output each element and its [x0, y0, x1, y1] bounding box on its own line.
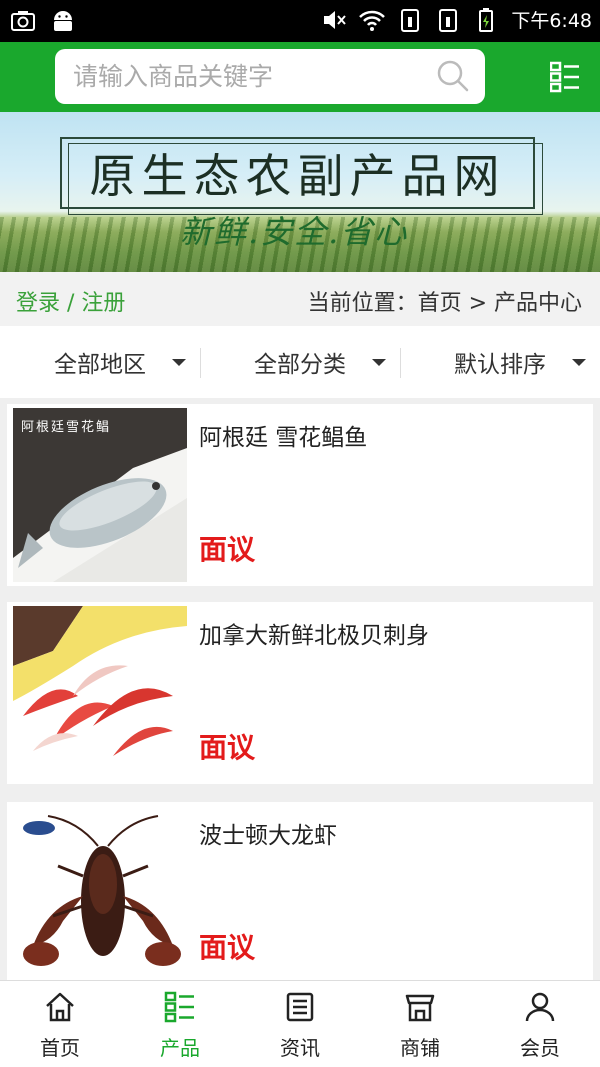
banner[interactable]: 原生态农副产品网 新鲜.安全.省心 — [0, 112, 600, 272]
caret-down-icon — [572, 359, 586, 366]
status-bar: 下午6:48 — [0, 0, 600, 42]
breadcrumb: 当前位置：首页 > 产品中心 — [307, 291, 582, 316]
wifi-icon — [359, 10, 386, 31]
mute-icon — [324, 10, 347, 29]
product-card[interactable]: 阿根廷雪花鲳 阿根廷 雪花鲳鱼 面议 — [7, 404, 593, 586]
sim2-icon — [439, 8, 458, 32]
bottom-nav: 首页 产品 资讯 商铺 会员 — [0, 980, 600, 1067]
caret-down-icon — [372, 359, 386, 366]
shop-icon — [405, 994, 435, 1022]
category-menu-icon[interactable] — [550, 61, 580, 93]
product-name[interactable]: 加拿大新鲜北极贝刺身 — [199, 616, 429, 650]
nav-item-shops[interactable]: 商铺 — [360, 981, 480, 1067]
nav-label: 产品 — [160, 1036, 200, 1060]
product-price: 面议 — [199, 533, 256, 566]
login-register-link[interactable]: 登录 / 注册 — [16, 285, 125, 317]
search-box[interactable] — [55, 49, 485, 104]
user-icon — [525, 992, 555, 1022]
nav-item-products[interactable]: 产品 — [120, 981, 240, 1067]
filter-sort-label: 默认排序 — [454, 352, 546, 378]
product-name[interactable]: 波士顿大龙虾 — [199, 816, 337, 850]
product-price: 面议 — [199, 931, 256, 964]
filter-category[interactable]: 全部分类 — [200, 326, 400, 398]
product-image-lobster[interactable] — [13, 806, 187, 980]
product-image-caption: 阿根廷雪花鲳 — [21, 420, 112, 435]
product-price: 面议 — [199, 731, 256, 764]
camera-icon — [11, 11, 35, 31]
home-icon — [46, 992, 74, 1022]
sim1-icon — [401, 8, 420, 32]
banner-title: 原生态农副产品网 — [89, 149, 506, 203]
nav-item-home[interactable]: 首页 — [0, 981, 120, 1067]
product-name[interactable]: 阿根廷 雪花鲳鱼 — [199, 418, 367, 452]
brand-logo-icon — [23, 821, 55, 835]
nav-item-member[interactable]: 会员 — [480, 981, 600, 1067]
nav-label: 资讯 — [280, 1036, 320, 1060]
nav-label: 商铺 — [400, 1036, 440, 1060]
filter-region[interactable]: 全部地区 — [0, 326, 200, 398]
product-card[interactable]: 加拿大新鲜北极贝刺身 面议 — [7, 602, 593, 784]
status-time: 下午6:48 — [511, 10, 592, 32]
banner-slogan: 新鲜.安全.省心 — [180, 213, 409, 251]
top-bar — [0, 42, 600, 112]
filter-region-label: 全部地区 — [54, 352, 146, 378]
nav-item-news[interactable]: 资讯 — [240, 981, 360, 1067]
news-icon — [286, 992, 314, 1022]
battery-icon — [479, 7, 494, 32]
location-bar: 登录 / 注册 当前位置：首页 > 产品中心 — [0, 272, 600, 326]
search-input[interactable] — [73, 49, 423, 104]
android-icon — [54, 11, 72, 31]
product-image-pomfret[interactable]: 阿根廷雪花鲳 — [13, 408, 187, 582]
product-image-surf-clam[interactable] — [13, 606, 187, 780]
caret-down-icon — [172, 359, 186, 366]
nav-label: 会员 — [520, 1036, 560, 1060]
filter-bar: 全部地区 全部分类 默认排序 — [0, 326, 600, 398]
product-card[interactable]: 波士顿大龙虾 面议 — [7, 802, 593, 984]
nav-label: 首页 — [40, 1036, 80, 1060]
search-icon[interactable] — [436, 59, 470, 93]
list-icon — [164, 991, 194, 1023]
filter-category-label: 全部分类 — [254, 352, 346, 378]
filter-sort[interactable]: 默认排序 — [400, 326, 600, 398]
